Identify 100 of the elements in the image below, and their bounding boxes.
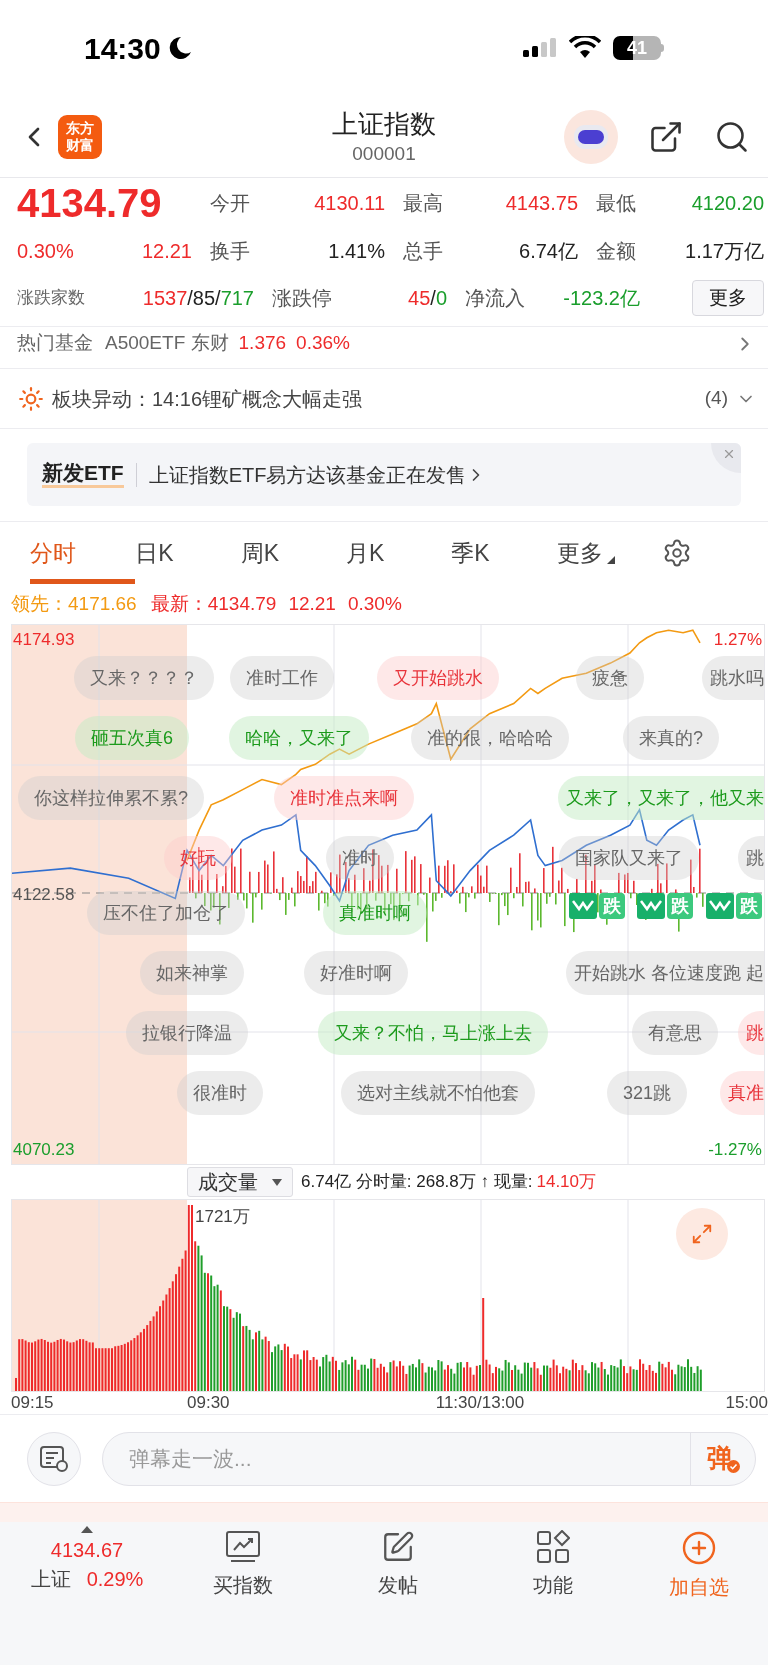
chart-tab[interactable]: 周K: [240, 522, 346, 584]
danmaku-comment: 有意思: [632, 1011, 718, 1055]
caret-icon: [606, 556, 615, 564]
chart-tab[interactable]: 日K: [135, 522, 241, 584]
bottom-nav-item[interactable]: 功能: [475, 1522, 630, 1665]
stat-value: 1.17万亿: [685, 239, 764, 264]
ticker-change: 0.29%: [86, 1567, 144, 1592]
stat-label: 净流入: [465, 286, 525, 311]
danmaku-comment: 跳: [738, 1011, 764, 1055]
stat-label: 今开: [210, 191, 250, 216]
price-axis-label: 4174.93: [13, 629, 75, 651]
indicator-dropdown[interactable]: 成交量: [187, 1167, 293, 1197]
danmaku-comment: 准时工作: [230, 656, 334, 700]
time-axis-label: 09:30: [187, 1392, 230, 1414]
danmaku-comment: 开始跳水 各位速度跑 起: [566, 951, 764, 995]
time-axis-label: 11:30/13:00: [435, 1392, 525, 1414]
time-axis-label: 15:00: [725, 1392, 768, 1414]
chart-tab[interactable]: 分时: [30, 522, 136, 584]
danmaku-comment: 又开始跳水: [377, 656, 499, 700]
sector-alert-text: 板块异动：14:16锂矿概念大幅走强: [52, 386, 363, 412]
danmaku-comment: 又来？？？？: [74, 656, 214, 700]
wifi-icon: [569, 36, 601, 60]
stat-label: 总手: [403, 239, 443, 264]
stat-label: 最低: [596, 191, 636, 216]
status-time: 14:30: [84, 30, 161, 67]
close-icon: [722, 447, 736, 461]
ticker-name: 上证: [30, 1567, 71, 1592]
danmaku-comment: 又来？不怕，马上涨上去: [318, 1011, 548, 1055]
chart-tab[interactable]: 月K: [346, 522, 452, 584]
price-axis-label: 4070.23: [13, 1138, 75, 1161]
stat-value: 1.41%: [328, 239, 385, 264]
stat-value: 4120.20: [691, 191, 764, 216]
danmaku-settings-button[interactable]: [27, 1431, 81, 1486]
danmaku-comment: 选对主线就不怕他套: [341, 1071, 535, 1115]
stat-label: 最高: [403, 191, 443, 216]
stat-value: 45/0: [408, 286, 447, 311]
zigzag-icon: [637, 893, 665, 919]
stat-value: 6.74亿: [519, 239, 578, 264]
danmaku-comment: 很准时: [177, 1071, 263, 1115]
latest-change-percent: 0.30%: [347, 591, 402, 616]
fall-tag: 跌: [736, 893, 762, 919]
stat-label: 涨跌停: [272, 286, 332, 311]
stat-value: 4130.11: [314, 191, 385, 216]
fund-name: A500ETF 东财: [105, 331, 229, 356]
bottom-nav-item[interactable]: 发帖: [320, 1522, 475, 1665]
danmaku-comment: 真准: [720, 1071, 764, 1115]
up-triangle-icon: [81, 1526, 93, 1533]
danmaku-comment: 如来神掌: [140, 951, 244, 995]
price-axis-label: 4122.58: [13, 884, 75, 906]
danmaku-comment: 你这样拉伸累不累?: [18, 776, 204, 820]
change-percent: 0.30%: [17, 239, 74, 264]
caret-icon: [272, 1178, 282, 1186]
latest-label: 最新：: [150, 591, 208, 616]
danmaku-comment: 疲惫: [576, 656, 644, 700]
fall-tag: 跌: [667, 893, 693, 919]
percent-axis-label: -1.27%: [708, 1138, 762, 1161]
assistant-avatar[interactable]: [564, 109, 618, 164]
change-amount: 12.21: [141, 239, 192, 264]
peak-volume-label: 1721万: [195, 1206, 250, 1228]
fund-price: 1.376: [238, 331, 287, 356]
index-ticker[interactable]: 4134.67 上证 0.29%: [9, 1522, 165, 1665]
danmaku-comment: 准时准点来啊: [274, 776, 414, 820]
settings-button[interactable]: [662, 538, 692, 568]
new-etf-tag: 新发ETF: [42, 461, 124, 488]
stat-label: 换手: [210, 239, 250, 264]
more-button[interactable]: 更多: [692, 280, 764, 316]
add-circle-icon: [681, 1530, 717, 1566]
hot-fund-label: 热门基金: [17, 331, 93, 356]
stat-value: 4143.75: [505, 191, 578, 216]
ticker-value: 4134.67: [50, 1538, 124, 1563]
alert-count: (4): [704, 386, 728, 411]
danmaku-comment: 拉银行降温: [126, 1011, 248, 1055]
latest-value: 4134.79: [207, 591, 277, 616]
danmaku-comment: 哈哈，又来了: [229, 716, 369, 760]
danmaku-comment: 跳: [738, 836, 764, 880]
stat-label: 金额: [596, 239, 636, 264]
last-price: 4134.79: [17, 183, 163, 223]
chart-tab[interactable]: 季K: [451, 522, 557, 584]
fall-tag: 跌: [599, 893, 625, 919]
danmaku-comment: 砸五次真6: [75, 716, 189, 760]
stat-value: -123.2亿: [563, 286, 640, 311]
stat-value: 1537/85/717: [142, 286, 254, 311]
app-logo: 东方 财富: [58, 114, 102, 159]
current-volume: 14.10万: [536, 1171, 596, 1194]
lead-value: 4171.66: [68, 591, 137, 616]
signal-icon: [523, 37, 557, 59]
settings-icon: [662, 538, 692, 568]
more-menu-tab[interactable]: 更多: [556, 522, 662, 584]
danmaku-comment: 又来了，又来了，他又来: [558, 776, 764, 820]
latest-change: 12.21: [288, 591, 336, 616]
zigzag-icon: [569, 893, 597, 919]
bottom-nav-item[interactable]: 买指数: [165, 1522, 320, 1665]
expand-button[interactable]: [676, 1208, 728, 1260]
apps-grid-icon: [535, 1530, 570, 1564]
trend-monitor-icon: [224, 1530, 261, 1564]
danmaku-comment: 321跳: [607, 1071, 688, 1115]
danmaku-comment: 准的很，哈哈哈: [411, 716, 569, 760]
etf-banner[interactable]: 新发ETF 上证指数ETF易方达该基金正在发售: [27, 443, 741, 506]
index-code: 000001: [352, 141, 416, 166]
stat-label: 涨跌家数: [17, 287, 85, 310]
